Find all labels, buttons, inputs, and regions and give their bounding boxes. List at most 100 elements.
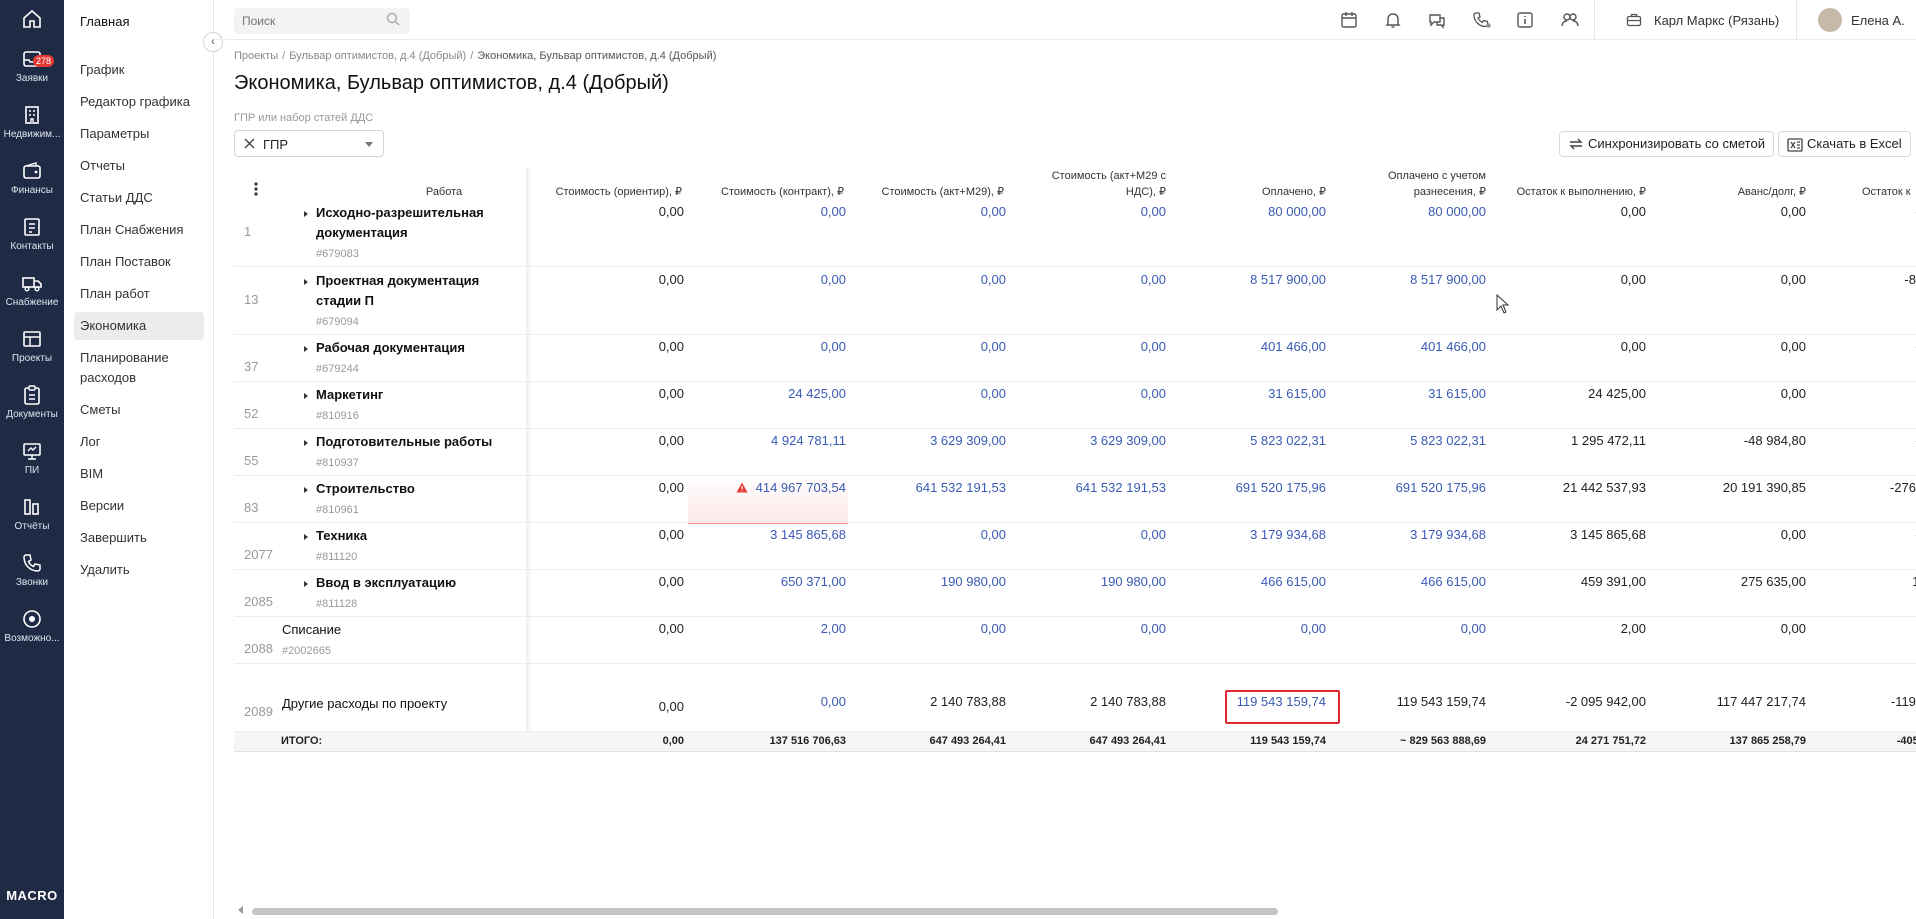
expand-caret-icon[interactable] <box>304 440 308 446</box>
cell-value[interactable]: 0,00 <box>981 339 1006 354</box>
cell-value[interactable]: 3 145 865,68 <box>770 527 846 542</box>
row-name[interactable]: Строительство <box>316 479 516 499</box>
cell-value[interactable]: 5 823 022,31 <box>1410 433 1486 448</box>
cell-value[interactable]: 3 629 309,00 <box>930 433 1006 448</box>
side-item-dds[interactable]: Статьи ДДС <box>74 188 204 208</box>
rail-finance[interactable]: Финансы <box>0 160 64 212</box>
col-header-paid-distributed[interactable]: Оплачено с учетом разнесения, ₽ <box>1354 168 1486 200</box>
cell-value[interactable]: 2,00 <box>821 621 846 636</box>
side-item-estimates[interactable]: Сметы <box>74 400 204 420</box>
cell-value[interactable]: 691 520 175,96 <box>1236 480 1326 495</box>
table-row[interactable]: 13 Проектная документация стадии П #679094… <box>234 268 1916 335</box>
horizontal-scrollbar[interactable] <box>252 908 1278 915</box>
cell-value[interactable]: 24 425,00 <box>788 386 846 401</box>
cell-value[interactable]: 3 179 934,68 <box>1250 527 1326 542</box>
sync-estimate-button[interactable]: Синхронизировать со сметой <box>1559 131 1774 157</box>
row-name[interactable]: Ввод в эксплуатацию <box>316 573 516 593</box>
rail-supply[interactable]: Снабжение <box>0 272 64 324</box>
scroll-left-arrow[interactable] <box>238 906 243 914</box>
table-row[interactable]: 2089 Другие расходы по проекту 0,00 0,00 2 1… <box>234 690 1916 732</box>
side-item-supply-plan[interactable]: План Снабжения <box>74 220 204 240</box>
clear-icon[interactable] <box>243 137 256 150</box>
expand-caret-icon[interactable] <box>304 346 308 352</box>
side-item-delivery-plan[interactable]: План Поставок <box>74 252 204 272</box>
user-name[interactable]: Елена А. <box>1851 13 1905 28</box>
table-row[interactable]: 2088 Списание #2002665 0,00 2,00 0,00 0,00 0,00… <box>234 617 1916 664</box>
cell-value[interactable]: 0,00 <box>1141 386 1166 401</box>
users-icon[interactable] <box>1560 11 1580 29</box>
col-header-cost-act[interactable]: Стоимость (акт+М29), ₽ <box>854 184 1004 200</box>
table-row[interactable]: 83 Строительство #810961 0,00 414 967 703,54… <box>234 476 1916 524</box>
cell-value[interactable]: 641 532 191,53 <box>1076 480 1166 495</box>
table-row[interactable]: 55 Подготовительные работы #810937 0,00 4 92… <box>234 429 1916 476</box>
rail-realestate[interactable]: Недвижим... <box>0 104 64 156</box>
table-row[interactable]: 2077 Техника #811120 0,00 3 145 865,68 0,00 0,… <box>234 523 1916 570</box>
cell-value[interactable]: 414 967 703,54 <box>756 480 846 495</box>
rail-reports[interactable]: Отчёты <box>0 496 64 548</box>
company-selector[interactable]: Карл Маркс (Рязань) <box>1654 13 1779 28</box>
cell-value[interactable]: 0,00 <box>981 386 1006 401</box>
cell-value[interactable]: 641 532 191,53 <box>916 480 1006 495</box>
search-input[interactable] <box>234 8 410 34</box>
cell-value[interactable]: 691 520 175,96 <box>1396 480 1486 495</box>
cell-value[interactable]: 0,00 <box>1141 621 1166 636</box>
rail-contacts[interactable]: Контакты <box>0 216 64 268</box>
expand-caret-icon[interactable] <box>304 581 308 587</box>
row-name[interactable]: Рабочая документация <box>316 338 516 358</box>
row-name[interactable]: Проектная документация стадии П <box>316 271 516 311</box>
table-row[interactable]: 2085 Ввод в эксплуатацию #811128 0,00 650 37… <box>234 570 1916 617</box>
side-item-schedule-editor[interactable]: Редактор графика <box>74 92 204 112</box>
side-item-delete[interactable]: Удалить <box>74 560 204 580</box>
col-header-cost-target[interactable]: Стоимость (ориентир), ₽ <box>532 184 682 200</box>
cell-value[interactable]: 401 466,00 <box>1261 339 1326 354</box>
rail-opportunities[interactable]: Возможно... <box>0 608 64 660</box>
cell-value[interactable]: 0,00 <box>821 339 846 354</box>
cell-value[interactable]: 0,00 <box>981 204 1006 219</box>
cell-value[interactable]: 0,00 <box>1461 621 1486 636</box>
side-item-reports[interactable]: Отчеты <box>74 156 204 176</box>
row-name[interactable]: Другие расходы по проекту <box>282 694 542 714</box>
cell-value[interactable]: 0,00 <box>1141 339 1166 354</box>
breadcrumb-link[interactable]: Бульвар оптимистов, д.4 (Добрый) <box>289 50 466 62</box>
cell-value[interactable]: 0,00 <box>1301 621 1326 636</box>
cell-value[interactable]: 190 980,00 <box>1101 574 1166 589</box>
side-item-bim[interactable]: BIM <box>74 464 204 484</box>
side-item-log[interactable]: Лог <box>74 432 204 452</box>
cell-value[interactable]: 8 517 900,00 <box>1250 272 1326 287</box>
cell-value[interactable]: 5 823 022,31 <box>1250 433 1326 448</box>
row-name[interactable]: Подготовительные работы <box>316 432 516 452</box>
col-header-cost-act-vat[interactable]: Стоимость (акт+М29 с НДС), ₽ <box>1034 168 1166 200</box>
cell-value[interactable]: 8 517 900,00 <box>1410 272 1486 287</box>
side-item-finish[interactable]: Завершить <box>74 528 204 548</box>
cell-value[interactable]: 4 924 781,11 <box>771 433 846 448</box>
cell-value[interactable]: 80 000,00 <box>1428 204 1486 219</box>
cell-value[interactable]: 3 179 934,68 <box>1410 527 1486 542</box>
cell-value[interactable]: 650 371,00 <box>781 574 846 589</box>
column-settings-icon[interactable] <box>254 182 258 196</box>
rail-documents[interactable]: Документы <box>0 384 64 436</box>
calendar-icon[interactable] <box>1340 11 1358 29</box>
cell-value[interactable]: 0,00 <box>981 621 1006 636</box>
expand-caret-icon[interactable] <box>304 211 308 217</box>
col-header-work[interactable]: Работа <box>384 184 504 200</box>
side-item-parameters[interactable]: Параметры <box>74 124 204 144</box>
expand-caret-icon[interactable] <box>304 487 308 493</box>
cell-value[interactable]: 3 629 309,00 <box>1090 433 1166 448</box>
table-row[interactable]: 52 Маркетинг #810916 0,00 24 425,00 0,00 0,00 3… <box>234 382 1916 429</box>
avatar[interactable] <box>1818 8 1842 32</box>
cell-value[interactable]: 80 000,00 <box>1268 204 1326 219</box>
row-name[interactable]: Списание <box>282 620 542 640</box>
col-header-remaining-2[interactable]: Остаток к <box>1862 184 1916 200</box>
table-row[interactable]: 37 Рабочая документация #679244 0,00 0,00 0,0… <box>234 335 1916 382</box>
cell-value[interactable]: 190 980,00 <box>941 574 1006 589</box>
side-item-schedule[interactable]: График <box>74 60 204 80</box>
col-header-remaining[interactable]: Остаток к выполнению, ₽ <box>1494 184 1646 200</box>
cell-value[interactable]: 0,00 <box>1141 527 1166 542</box>
col-header-cost-contract[interactable]: Стоимость (контракт), ₽ <box>694 184 844 200</box>
phone-status-icon[interactable] <box>1472 11 1492 29</box>
cell-value[interactable]: 0,00 <box>981 527 1006 542</box>
cell-value[interactable]: 0,00 <box>981 272 1006 287</box>
col-header-paid[interactable]: Оплачено, ₽ <box>1194 184 1326 200</box>
row-name[interactable]: Маркетинг <box>316 385 516 405</box>
rail-projects[interactable]: Проекты <box>0 328 64 380</box>
